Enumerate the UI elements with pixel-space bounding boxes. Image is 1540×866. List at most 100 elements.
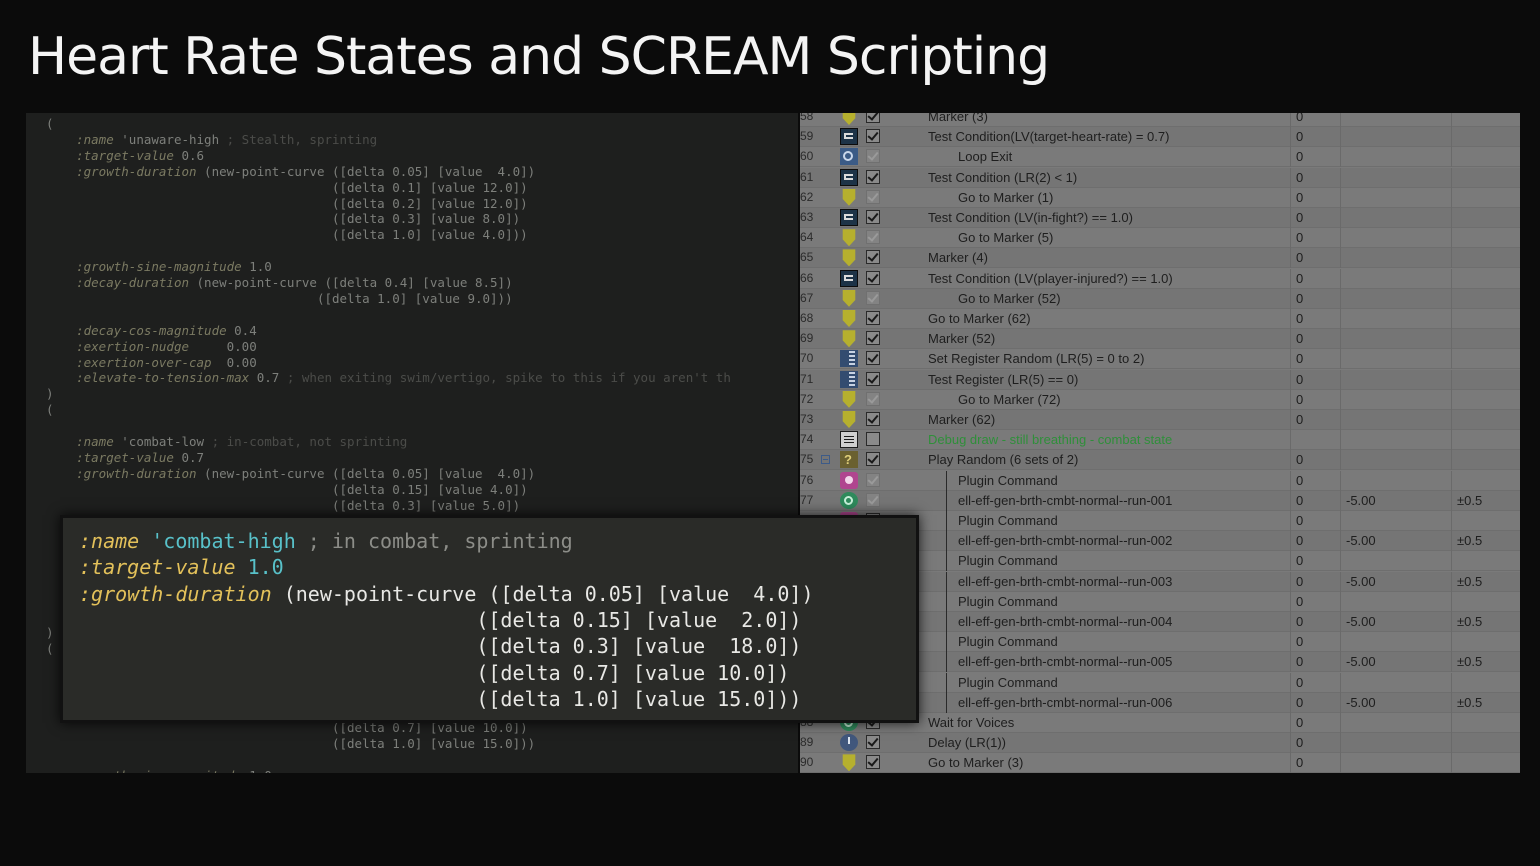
group-bracket bbox=[946, 551, 951, 572]
enable-checkbox[interactable] bbox=[866, 452, 880, 467]
table-cell-c1: 0 bbox=[1296, 391, 1304, 407]
command-text[interactable]: ell-eff-gen-brth-cmbt-normal--run-003 bbox=[958, 572, 1172, 591]
code-token: ([delta 0.3] [value 5.0]) bbox=[331, 497, 521, 513]
enable-checkbox[interactable] bbox=[866, 270, 880, 285]
command-text[interactable]: Plugin Command bbox=[958, 592, 1058, 611]
code-line: :growth-sine-magnitude 1.0 bbox=[46, 768, 272, 773]
enable-checkbox[interactable] bbox=[866, 113, 880, 123]
test-condition-icon bbox=[840, 128, 858, 146]
command-text[interactable]: Marker (52) bbox=[928, 329, 995, 348]
command-text[interactable]: Test Condition(LV(target-heart-rate) = 0… bbox=[928, 127, 1169, 146]
command-text[interactable]: Go to Marker (72) bbox=[958, 390, 1061, 409]
table-row[interactable]: 63 Test Condition (LV(in-fight?) == 1.0) 0 bbox=[800, 208, 1520, 228]
table-row[interactable]: 90 Go to Marker (3) 0 bbox=[800, 753, 1520, 773]
enable-checkbox[interactable] bbox=[866, 391, 880, 406]
command-text[interactable]: ell-eff-gen-brth-cmbt-normal--run-004 bbox=[958, 612, 1172, 631]
code-token: :elevate-to-tension-max bbox=[76, 370, 250, 386]
command-text[interactable]: Test Condition (LV(in-fight?) == 1.0) bbox=[928, 208, 1133, 227]
enable-checkbox[interactable] bbox=[866, 472, 880, 487]
command-text[interactable]: Go to Marker (5) bbox=[958, 228, 1053, 247]
table-row[interactable]: 65 Marker (4) 0 bbox=[800, 248, 1520, 269]
command-text[interactable]: Play Random (6 sets of 2) bbox=[928, 450, 1078, 469]
enable-checkbox[interactable] bbox=[866, 492, 880, 507]
column-divider bbox=[1340, 309, 1341, 329]
command-text[interactable]: ell-eff-gen-brth-cmbt-normal--run-001 bbox=[958, 491, 1172, 510]
table-row[interactable]: 61 Test Condition (LR(2) < 1) 0 bbox=[800, 167, 1520, 188]
table-row[interactable]: 66 Test Condition (LV(player-injured?) ==… bbox=[800, 268, 1520, 289]
command-text[interactable]: Go to Marker (1) bbox=[958, 188, 1053, 207]
column-divider bbox=[1290, 733, 1291, 754]
column-divider bbox=[1290, 268, 1291, 289]
column-divider bbox=[1290, 632, 1291, 653]
table-row[interactable]: 75 Play Random (6 sets of 2) 0 bbox=[800, 450, 1520, 471]
command-text[interactable]: ell-eff-gen-brth-cmbt-normal--run-002 bbox=[958, 531, 1172, 550]
command-text[interactable]: Wait for Voices bbox=[928, 713, 1014, 732]
enable-checkbox[interactable] bbox=[866, 230, 880, 245]
table-row[interactable]: 62 Go to Marker (1) 0 bbox=[800, 187, 1520, 208]
command-text[interactable]: Go to Marker (62) bbox=[928, 309, 1031, 328]
enable-checkbox[interactable] bbox=[866, 210, 880, 224]
command-text[interactable]: ell-eff-gen-brth-cmbt-normal--run-005 bbox=[958, 652, 1172, 671]
command-text[interactable]: Plugin Command bbox=[958, 471, 1058, 490]
column-divider bbox=[1290, 672, 1291, 693]
code-token: :exertion-nudge bbox=[76, 338, 189, 354]
command-text[interactable]: Set Register Random (LR(5) = 0 to 2) bbox=[928, 349, 1144, 368]
command-text[interactable]: Delay (LR(1)) bbox=[928, 733, 1006, 752]
command-text[interactable]: Test Register (LR(5) == 0) bbox=[928, 370, 1078, 389]
command-text[interactable]: Marker (62) bbox=[928, 410, 995, 429]
command-text[interactable]: Go to Marker (52) bbox=[958, 289, 1061, 308]
table-row[interactable]: 89 Delay (LR(1)) 0 bbox=[800, 733, 1520, 754]
enable-checkbox[interactable] bbox=[866, 189, 880, 204]
command-text[interactable]: Marker (4) bbox=[928, 248, 988, 267]
enable-checkbox[interactable] bbox=[866, 432, 880, 447]
enable-checkbox[interactable] bbox=[866, 331, 880, 346]
enable-checkbox[interactable] bbox=[866, 351, 880, 366]
table-row[interactable]: 68 Go to Marker (62) 0 bbox=[800, 309, 1520, 329]
command-text[interactable]: Test Condition (LR(2) < 1) bbox=[928, 168, 1077, 187]
voice-icon bbox=[840, 491, 858, 509]
enable-checkbox[interactable] bbox=[866, 371, 880, 386]
enable-checkbox[interactable] bbox=[866, 735, 880, 750]
table-row[interactable]: 71 Test Register (LR(5) == 0) 0 bbox=[800, 369, 1520, 390]
enable-checkbox[interactable] bbox=[866, 290, 880, 305]
table-row[interactable]: 70 Set Register Random (LR(5) = 0 to 2) 0 bbox=[800, 349, 1520, 370]
enable-checkbox[interactable] bbox=[866, 149, 880, 164]
table-row[interactable]: 58 Marker (3) 0 bbox=[800, 113, 1520, 127]
collapse-toggle-icon[interactable] bbox=[821, 455, 830, 465]
table-row[interactable]: 73 Marker (62) 0 bbox=[800, 410, 1520, 430]
table-row[interactable]: 72 Go to Marker (72) 0 bbox=[800, 389, 1520, 410]
command-text[interactable]: Plugin Command bbox=[958, 673, 1058, 692]
table-row[interactable]: 60 Loop Exit 0 bbox=[800, 147, 1520, 168]
code-token: :exertion-over-cap bbox=[76, 354, 212, 370]
command-text[interactable]: Test Condition (LV(player-injured?) == 1… bbox=[928, 269, 1173, 288]
table-row[interactable]: 59 Test Condition(LV(target-heart-rate) =… bbox=[800, 127, 1520, 148]
enable-checkbox[interactable] bbox=[866, 169, 880, 184]
enable-checkbox[interactable] bbox=[866, 311, 880, 325]
column-divider bbox=[1340, 248, 1341, 269]
command-text[interactable]: Marker (3) bbox=[928, 113, 988, 126]
table-row[interactable]: 76 Plugin Command 0 bbox=[800, 470, 1520, 491]
table-row[interactable]: 69 Marker (52) 0 bbox=[800, 329, 1520, 350]
command-text[interactable]: Loop Exit bbox=[958, 147, 1012, 166]
command-text[interactable]: Plugin Command bbox=[958, 511, 1058, 530]
enable-checkbox[interactable] bbox=[866, 129, 880, 144]
column-divider bbox=[1290, 511, 1291, 531]
command-text[interactable]: Go to Marker (3) bbox=[928, 753, 1023, 772]
column-divider bbox=[1290, 531, 1291, 552]
command-text[interactable]: ell-eff-gen-brth-cmbt-normal--run-006 bbox=[958, 693, 1172, 712]
command-text[interactable]: Debug draw - still breathing - combat st… bbox=[928, 430, 1172, 449]
table-row[interactable]: 67 Go to Marker (52) 0 bbox=[800, 288, 1520, 309]
table-cell-c1: 0 bbox=[1296, 614, 1304, 629]
command-text[interactable]: Plugin Command bbox=[958, 632, 1058, 651]
enable-checkbox[interactable] bbox=[866, 250, 880, 265]
table-row[interactable]: 77 ell-eff-gen-brth-cmbt-normal--run-001 0… bbox=[800, 490, 1520, 511]
enable-checkbox[interactable] bbox=[866, 755, 880, 770]
enable-checkbox[interactable] bbox=[866, 412, 880, 426]
command-text[interactable]: Plugin Command bbox=[958, 551, 1058, 570]
table-row[interactable]: 64 Go to Marker (5) 0 bbox=[800, 228, 1520, 249]
column-divider bbox=[1451, 632, 1452, 653]
table-row[interactable]: 74 Debug draw - still breathing - combat … bbox=[800, 430, 1520, 451]
column-divider bbox=[1451, 612, 1452, 632]
